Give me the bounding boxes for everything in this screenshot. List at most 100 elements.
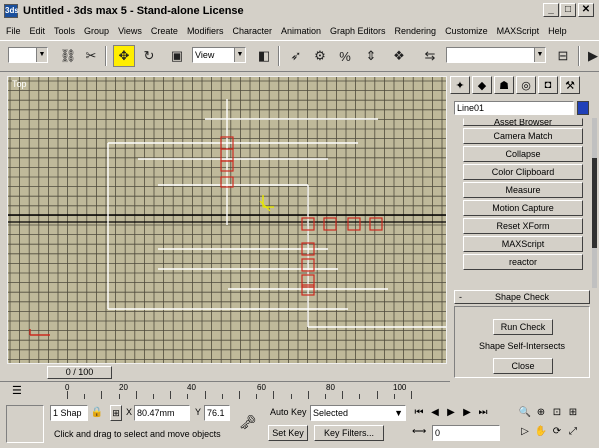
- zoom-extents-all-icon[interactable]: ⊞: [566, 406, 580, 420]
- menu-bar: File Edit Tools Group Views Create Modif…: [0, 22, 599, 40]
- utility-reset-xform-button[interactable]: Reset XForm: [463, 218, 583, 234]
- menu-maxscript[interactable]: MAXScript: [497, 26, 540, 36]
- utilities-list: Asset Browser Camera Match Collapse Colo…: [458, 118, 588, 272]
- ruler-label-80: 80: [326, 383, 335, 392]
- menu-file[interactable]: File: [6, 26, 21, 36]
- object-name-field[interactable]: Line01: [454, 101, 574, 115]
- run-check-button[interactable]: Run Check: [493, 319, 553, 335]
- menu-animation[interactable]: Animation: [281, 26, 321, 36]
- utility-reactor-button[interactable]: reactor: [463, 254, 583, 270]
- undo-combo[interactable]: ▼: [8, 47, 48, 63]
- collapse-icon: -: [459, 292, 462, 302]
- object-color-swatch[interactable]: [577, 101, 589, 115]
- menu-tools[interactable]: Tools: [54, 26, 75, 36]
- percent-snap-icon[interactable]: %: [334, 45, 356, 67]
- top-viewport[interactable]: Top: [7, 76, 447, 364]
- orbit-icon[interactable]: ⟳: [550, 425, 564, 439]
- select-move-icon[interactable]: ✥: [113, 45, 135, 67]
- absolute-mode-toggle[interactable]: ⊞: [110, 405, 122, 421]
- unlink-icon[interactable]: ✂: [80, 45, 102, 67]
- key-mode-icon[interactable]: ⟷: [412, 425, 426, 439]
- zoom-icon[interactable]: 🔍: [518, 406, 532, 420]
- utility-maxscript-button[interactable]: MAXScript: [463, 236, 583, 252]
- maximize-viewport-icon[interactable]: ⤢: [566, 425, 580, 439]
- spinner-snap-icon[interactable]: ⇕: [360, 45, 382, 67]
- lock-icon[interactable]: 🔒: [90, 406, 104, 420]
- reference-coordinate-combo[interactable]: View ▼: [192, 47, 246, 63]
- angle-snap-icon[interactable]: ⚙: [309, 45, 331, 67]
- utility-motion-capture-button[interactable]: Motion Capture: [463, 200, 583, 216]
- motion-tab-icon[interactable]: ◎: [516, 76, 536, 94]
- viewport-canvas[interactable]: [8, 77, 447, 364]
- go-to-end-icon[interactable]: ⏭: [476, 406, 490, 420]
- track-bar[interactable]: ☰ 0 20 40 60 80 100: [0, 381, 450, 401]
- hierarchy-tab-icon[interactable]: ☗: [494, 76, 514, 94]
- go-to-start-icon[interactable]: ⏮: [412, 406, 426, 420]
- select-scale-icon[interactable]: ▣: [166, 45, 188, 67]
- time-slider[interactable]: 0 / 100: [47, 366, 112, 379]
- field-of-view-icon[interactable]: ▷: [518, 425, 532, 439]
- menu-graph-editors[interactable]: Graph Editors: [330, 26, 386, 36]
- named-selection-icon[interactable]: ❖: [388, 45, 410, 67]
- set-key-button[interactable]: Set Key: [268, 425, 308, 441]
- named-selection-sets-combo[interactable]: ▼: [446, 47, 546, 63]
- command-panel-scrollbar[interactable]: [592, 118, 597, 288]
- zoom-all-icon[interactable]: ⊕: [534, 406, 548, 420]
- utility-color-clipboard-button[interactable]: Color Clipboard: [463, 164, 583, 180]
- scrollbar-thumb[interactable]: [592, 158, 597, 248]
- menu-help[interactable]: Help: [548, 26, 567, 36]
- app-icon[interactable]: 3ds: [4, 4, 19, 18]
- display-tab-icon[interactable]: ◘: [538, 76, 558, 94]
- auto-key-button[interactable]: Auto Key: [270, 405, 307, 419]
- align-icon[interactable]: ⊟: [552, 45, 574, 67]
- play-icon[interactable]: ▶: [444, 406, 458, 420]
- ruler-tick: [187, 394, 189, 399]
- minimize-button[interactable]: _: [543, 3, 559, 17]
- y-coordinate-field[interactable]: 76.1: [204, 405, 230, 421]
- modify-tab-icon[interactable]: ◆: [472, 76, 492, 94]
- close-rollout-button[interactable]: Close: [493, 358, 553, 374]
- previous-frame-icon[interactable]: ◀: [428, 406, 442, 420]
- create-tab-icon[interactable]: ✦: [450, 76, 470, 94]
- menu-views[interactable]: Views: [118, 26, 142, 36]
- viewport-label[interactable]: Top: [12, 79, 27, 89]
- menu-modifiers[interactable]: Modifiers: [187, 26, 224, 36]
- track-bar-icon[interactable]: ☰: [12, 384, 22, 397]
- utility-collapse-button[interactable]: Collapse: [463, 146, 583, 162]
- close-button[interactable]: ✕: [578, 3, 594, 17]
- time-slider-track[interactable]: 0 / 100: [7, 366, 447, 379]
- menu-customize[interactable]: Customize: [445, 26, 488, 36]
- next-frame-icon[interactable]: ▶: [460, 406, 474, 420]
- zoom-extents-icon[interactable]: ⊡: [550, 406, 564, 420]
- more-tools-icon[interactable]: ▶: [582, 45, 599, 67]
- menu-character[interactable]: Character: [232, 26, 272, 36]
- chevron-down-icon: ▼: [534, 48, 545, 62]
- x-coordinate-field[interactable]: 80.47mm: [134, 405, 190, 421]
- menu-rendering[interactable]: Rendering: [395, 26, 437, 36]
- menu-edit[interactable]: Edit: [30, 26, 46, 36]
- shape-check-rollout-header[interactable]: - Shape Check: [454, 290, 590, 304]
- key-filters-button[interactable]: Key Filters...: [314, 425, 384, 441]
- key-selection-combo[interactable]: Selected ▼: [310, 405, 406, 421]
- mirror-icon[interactable]: ⇆: [419, 45, 441, 67]
- shape-check-rollout: Run Check Shape Self-Intersects Close: [454, 306, 590, 378]
- select-link-icon[interactable]: ⛓: [57, 45, 79, 67]
- snap-toggle-icon[interactable]: ➶: [285, 45, 307, 67]
- utility-camera-match-button[interactable]: Camera Match: [463, 128, 583, 144]
- ruler-tick: [239, 391, 240, 399]
- utility-measure-button[interactable]: Measure: [463, 182, 583, 198]
- current-frame-field[interactable]: 0: [432, 425, 500, 441]
- ruler-tick: [307, 391, 309, 399]
- restore-button[interactable]: □: [560, 3, 576, 17]
- menu-group[interactable]: Group: [84, 26, 109, 36]
- menu-create[interactable]: Create: [151, 26, 178, 36]
- utilities-tab-icon[interactable]: ⚒: [560, 76, 580, 94]
- pan-icon[interactable]: ✋: [534, 425, 548, 439]
- title-bar[interactable]: 3ds Untitled - 3ds max 5 - Stand-alone L…: [0, 0, 599, 22]
- select-rotate-icon[interactable]: ↻: [138, 45, 160, 67]
- pivot-center-icon[interactable]: ◧: [253, 45, 275, 67]
- utility-asset-browser-button[interactable]: Asset Browser: [463, 118, 583, 126]
- maxscript-listener-mini[interactable]: [6, 405, 44, 443]
- window-title: Untitled - 3ds max 5 - Stand-alone Licen…: [23, 5, 244, 17]
- key-icon[interactable]: 🗝: [237, 415, 259, 429]
